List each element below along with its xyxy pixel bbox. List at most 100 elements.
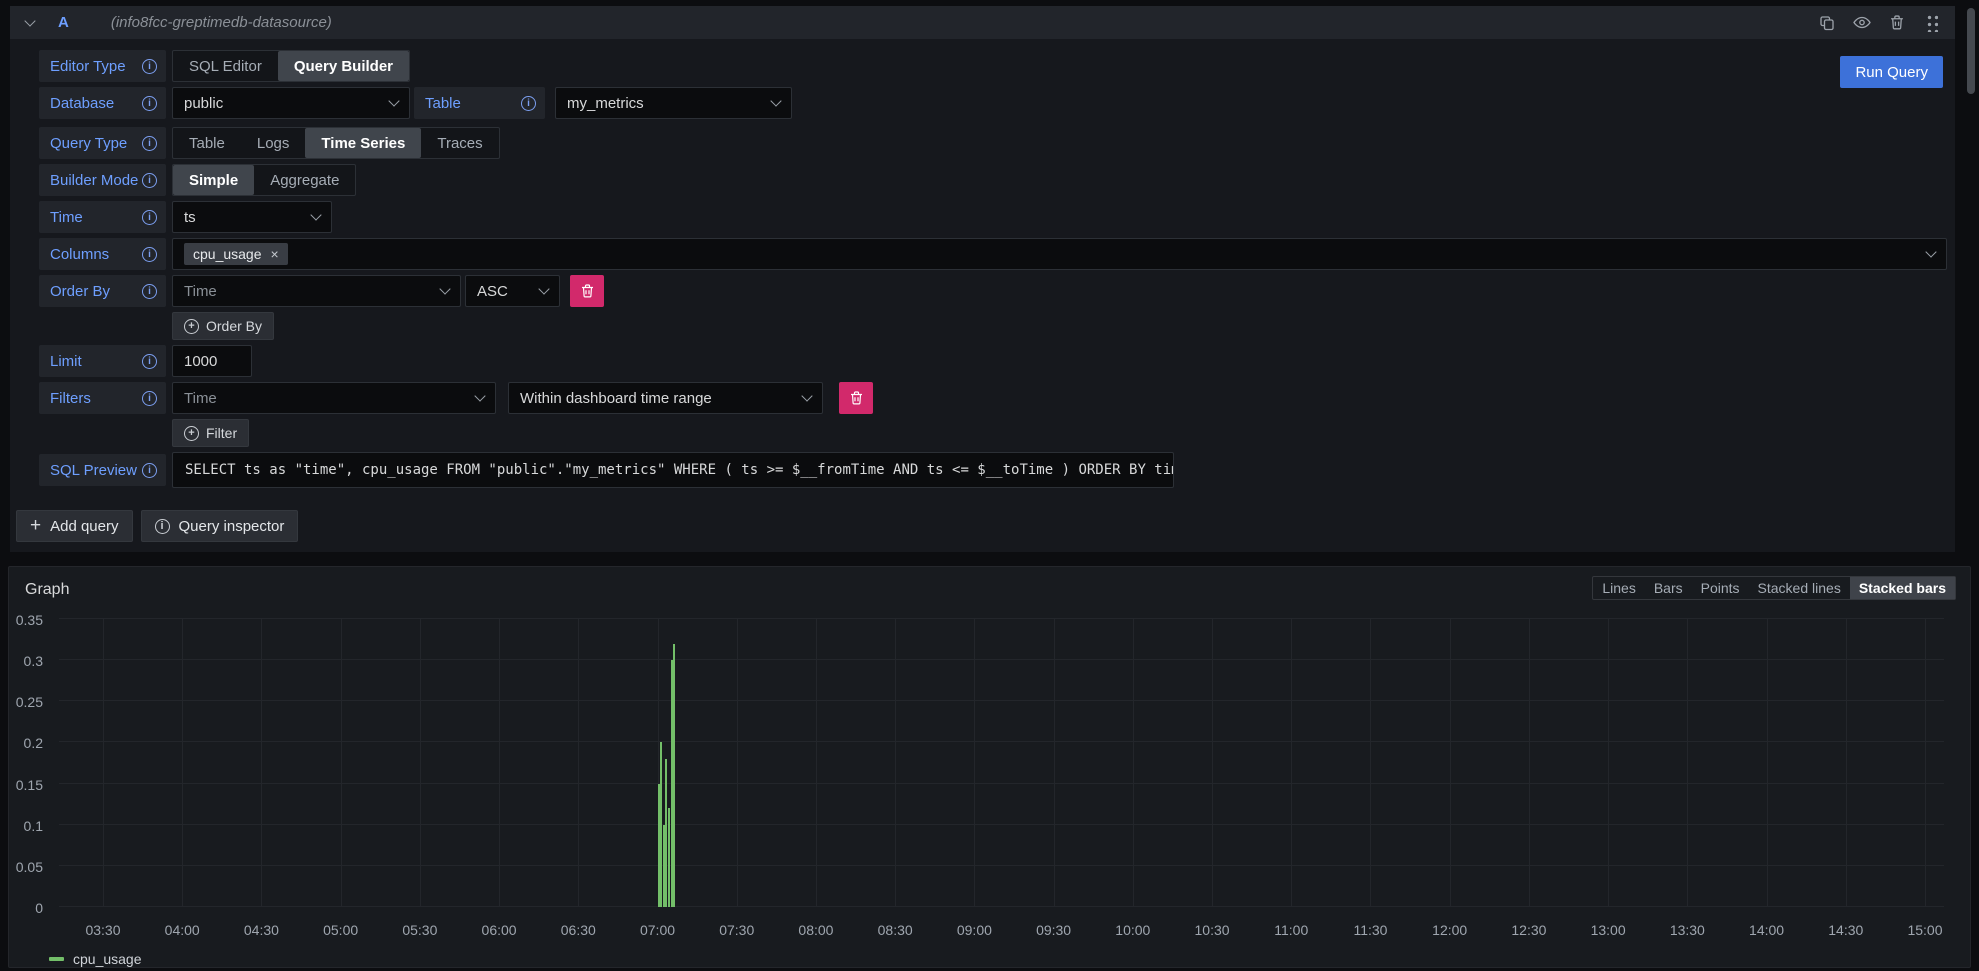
- order-by-direction-select[interactable]: ASC: [465, 275, 560, 307]
- editor-type-row: Editor Type i SQL Editor Query Builder: [39, 50, 1947, 82]
- order-by-label: Order By i: [39, 275, 166, 307]
- legend-color-dash: [49, 957, 64, 961]
- info-icon[interactable]: i: [142, 59, 157, 74]
- x-tick-label: 06:30: [546, 922, 610, 938]
- info-icon[interactable]: i: [142, 463, 157, 478]
- legend-series-label[interactable]: cpu_usage: [73, 951, 142, 967]
- y-tick-label: 0.15: [16, 777, 43, 793]
- x-gridline: [1370, 619, 1371, 907]
- hide-query-eye-icon[interactable]: [1853, 14, 1871, 32]
- label-text: Limit: [50, 353, 82, 370]
- editor-type-option-sql-editor[interactable]: SQL Editor: [173, 51, 278, 81]
- run-query-button[interactable]: Run Query: [1840, 56, 1943, 88]
- info-icon[interactable]: i: [142, 136, 157, 151]
- x-tick-label: 10:00: [1101, 922, 1165, 938]
- x-gridline: [499, 619, 500, 907]
- x-tick-label: 07:30: [705, 922, 769, 938]
- tab-stacked-lines[interactable]: Stacked lines: [1749, 577, 1850, 599]
- tab-bars[interactable]: Bars: [1645, 577, 1692, 599]
- x-tick-label: 04:00: [150, 922, 214, 938]
- x-tick-label: 04:30: [229, 922, 293, 938]
- filter-condition-select[interactable]: Within dashboard time range: [508, 382, 823, 414]
- y-tick-label: 0.35: [16, 612, 43, 628]
- info-icon[interactable]: i: [142, 173, 157, 188]
- chevron-down-icon: [801, 390, 812, 401]
- add-order-by-button[interactable]: + Order By: [172, 312, 274, 340]
- x-tick-label: 09:30: [1022, 922, 1086, 938]
- drag-handle-icon[interactable]: [1923, 14, 1941, 32]
- info-icon[interactable]: i: [142, 96, 157, 111]
- table-select[interactable]: my_metrics: [555, 87, 792, 119]
- sql-preview-row: SQL Preview i SELECT ts as "time", cpu_u…: [39, 452, 1947, 488]
- time-row: Time i ts: [39, 201, 1947, 233]
- editor-type-label: Editor Type i: [39, 50, 166, 82]
- add-filter-button[interactable]: + Filter: [172, 419, 249, 447]
- info-circle-icon: i: [155, 519, 170, 534]
- query-type-label: Query Type i: [39, 127, 166, 159]
- columns-multiselect[interactable]: cpu_usage ×: [172, 238, 1947, 270]
- builder-mode-option-aggregate[interactable]: Aggregate: [254, 165, 355, 195]
- plot-area[interactable]: 03:3004:0004:3005:0005:3006:0006:3007:00…: [59, 619, 1944, 907]
- query-type-option-traces[interactable]: Traces: [421, 128, 498, 158]
- x-gridline: [341, 619, 342, 907]
- info-icon[interactable]: i: [142, 284, 157, 299]
- select-value: ASC: [477, 283, 508, 300]
- columns-row: Columns i cpu_usage ×: [39, 238, 1947, 270]
- trash-icon: [581, 284, 594, 298]
- order-by-row: Order By i Time ASC: [39, 275, 1947, 307]
- query-inspector-button[interactable]: i Query inspector: [141, 510, 299, 542]
- query-type-option-logs[interactable]: Logs: [241, 128, 306, 158]
- label-text: Order By: [50, 283, 110, 300]
- scrollbar-thumb[interactable]: [1967, 8, 1975, 94]
- builder-mode-option-simple[interactable]: Simple: [173, 165, 254, 195]
- y-gridline: [59, 700, 1944, 701]
- collapse-chevron-icon[interactable]: [24, 15, 35, 26]
- tab-points[interactable]: Points: [1692, 577, 1749, 599]
- delete-query-icon[interactable]: [1888, 14, 1906, 32]
- chevron-down-icon: [538, 283, 549, 294]
- x-tick-label: 12:00: [1418, 922, 1482, 938]
- time-column-select[interactable]: ts: [172, 201, 332, 233]
- plus-circle-icon: +: [184, 426, 199, 441]
- y-gridline: [59, 906, 1944, 907]
- remove-filter-button[interactable]: [839, 382, 873, 414]
- info-icon[interactable]: i: [521, 96, 536, 111]
- builder-mode-toggle: Simple Aggregate: [172, 164, 356, 196]
- input-value: 1000: [184, 353, 217, 370]
- query-header[interactable]: A (info8fcc-greptimedb-datasource): [10, 6, 1955, 39]
- info-icon[interactable]: i: [142, 247, 157, 262]
- x-gridline: [261, 619, 262, 907]
- tab-stacked-bars[interactable]: Stacked bars: [1850, 577, 1955, 599]
- plus-icon: +: [30, 516, 41, 535]
- info-icon[interactable]: i: [142, 391, 157, 406]
- query-type-toggle: Table Logs Time Series Traces: [172, 127, 500, 159]
- x-gridline: [1054, 619, 1055, 907]
- info-icon[interactable]: i: [142, 210, 157, 225]
- database-select[interactable]: public: [172, 87, 410, 119]
- filter-field-select[interactable]: Time: [172, 382, 496, 414]
- query-type-option-table[interactable]: Table: [173, 128, 241, 158]
- limit-input[interactable]: 1000: [172, 345, 252, 377]
- info-icon[interactable]: i: [142, 354, 157, 369]
- x-gridline: [103, 619, 104, 907]
- label-text: Columns: [50, 246, 109, 263]
- chart-legend: cpu_usage: [49, 951, 1956, 967]
- limit-label: Limit i: [39, 345, 166, 377]
- x-tick-label: 06:00: [467, 922, 531, 938]
- query-type-option-time-series[interactable]: Time Series: [305, 128, 421, 158]
- query-builder-form: Editor Type i SQL Editor Query Builder D…: [10, 39, 1955, 488]
- duplicate-query-icon[interactable]: [1818, 14, 1836, 32]
- remove-order-by-button[interactable]: [570, 275, 604, 307]
- button-label: Order By: [206, 318, 262, 334]
- order-by-field-select[interactable]: Time: [172, 275, 461, 307]
- remove-column-icon[interactable]: ×: [271, 247, 279, 261]
- y-tick-label: 0.1: [24, 818, 43, 834]
- editor-type-option-query-builder[interactable]: Query Builder: [278, 51, 409, 81]
- x-gridline: [1133, 619, 1134, 907]
- tab-lines[interactable]: Lines: [1593, 577, 1644, 599]
- datasource-name: (info8fcc-greptimedb-datasource): [111, 14, 332, 31]
- add-query-button[interactable]: + Add query: [16, 510, 133, 542]
- chevron-down-icon: [1925, 246, 1936, 257]
- x-gridline: [974, 619, 975, 907]
- label-text: Query Type: [50, 135, 127, 152]
